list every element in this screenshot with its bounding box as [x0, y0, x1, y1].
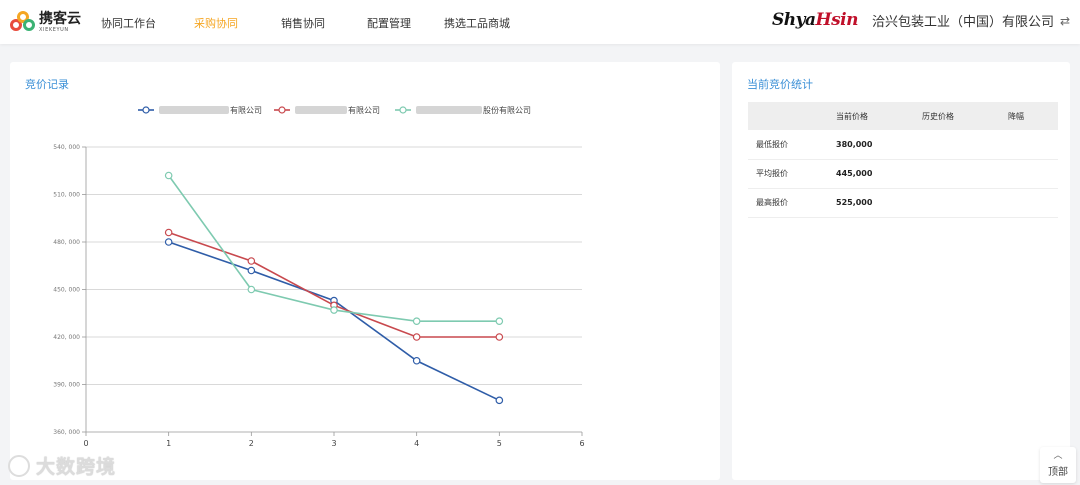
- row-current-price: 525,000: [828, 188, 914, 218]
- x-tick-label: 2: [249, 439, 254, 448]
- bid-stats-panel: 当前竞价统计 当前价格 历史价格 降幅 最低报价 380,000 平均报价 44…: [732, 62, 1070, 480]
- row-history-price: [914, 159, 1000, 189]
- legend-redacted-name: [295, 106, 347, 114]
- nav-item-config[interactable]: 配置管理: [367, 15, 411, 31]
- table-row: 平均报价 445,000: [748, 159, 1058, 189]
- nav-item-workbench[interactable]: 协同工作台: [101, 15, 156, 31]
- top-navbar: 携客云 XIEKEYUN 协同工作台 采购协同 销售协同 配置管理 携选工品商城…: [0, 0, 1080, 44]
- series-1-point: [247, 266, 256, 275]
- logo-subtitle: XIEKEYUN: [39, 26, 69, 33]
- x-tick-label: 5: [497, 439, 502, 448]
- table-header-current: 当前价格: [828, 102, 914, 130]
- y-tick-label: 480, 000: [53, 239, 80, 246]
- table-row: 最高报价 525,000: [748, 188, 1058, 218]
- switch-arrows-icon[interactable]: ⇄: [1060, 14, 1070, 28]
- legend-label: 有限公司: [348, 105, 380, 115]
- y-tick-label: 420, 000: [53, 334, 80, 341]
- company-logo: ShyaHsin: [772, 10, 858, 30]
- series-3-point: [247, 285, 256, 294]
- series-3-point: [164, 171, 173, 180]
- row-current-price: 380,000: [828, 130, 914, 160]
- bid-record-panel: 竞价记录 360, 000 390, 000 420, 000 450, 000 480…: [10, 62, 720, 480]
- x-tick-label: 1: [166, 439, 171, 448]
- y-tick-label: 390, 000: [53, 382, 80, 389]
- table-header-history: 历史价格: [914, 102, 1000, 130]
- x-tick-label: 0: [83, 439, 88, 448]
- series-2-point: [164, 228, 173, 237]
- back-to-top-label: 顶部: [1048, 467, 1068, 478]
- back-to-top-button[interactable]: ︿ 顶部: [1040, 447, 1076, 483]
- row-current-price: 445,000: [828, 159, 914, 189]
- series-1-point: [164, 238, 173, 246]
- row-history-price: [914, 188, 1000, 218]
- y-tick-label: 510, 000: [53, 192, 80, 199]
- table-header-blank: [748, 102, 828, 130]
- x-tick-label: 4: [414, 439, 419, 448]
- row-label: 平均报价: [748, 159, 828, 189]
- row-drop: [1000, 159, 1058, 189]
- table-header-drop: 降幅: [1000, 102, 1058, 130]
- row-label: 最低报价: [748, 130, 828, 160]
- watermark-logo-icon: [8, 454, 30, 477]
- x-tick-label: 3: [331, 439, 336, 448]
- series-2-point: [247, 257, 256, 265]
- table-row: 最低报价 380,000: [748, 130, 1058, 160]
- y-tick-label: 540, 000: [53, 144, 80, 151]
- logo-rings-icon: [10, 11, 36, 33]
- legend-swatch-marker: [399, 106, 407, 114]
- series-3-point: [330, 306, 338, 314]
- bid-stats-title: 当前竞价统计: [747, 78, 813, 91]
- series-1-point: [495, 396, 504, 405]
- row-drop: [1000, 188, 1058, 218]
- nav-item-mall[interactable]: 携选工品商城: [444, 15, 510, 31]
- bid-line-chart: 360, 000 390, 000 420, 000 450, 000 480, 000…: [53, 105, 584, 448]
- legend-label: 股份有限公司: [483, 105, 531, 115]
- series-2-point: [495, 333, 504, 341]
- row-drop: [1000, 130, 1058, 160]
- x-tick-label: 6: [579, 439, 584, 448]
- app-logo[interactable]: 携客云 XIEKEYUN: [10, 5, 92, 39]
- company-brand: ShyaHsin 洽兴包装工业（中国）有限公司: [772, 10, 1054, 30]
- legend-swatch-marker: [278, 106, 286, 114]
- watermark: 大数跨境: [8, 452, 116, 479]
- company-name: 洽兴包装工业（中国）有限公司: [871, 14, 1054, 30]
- bid-stats-table: 当前价格 历史价格 降幅 最低报价 380,000 平均报价 445,000 最…: [748, 102, 1058, 218]
- legend-redacted-name: [159, 106, 229, 114]
- series-2-point: [412, 333, 421, 341]
- logo-name: 携客云: [39, 10, 81, 27]
- row-history-price: [914, 130, 1000, 160]
- watermark-text: 大数跨境: [36, 456, 117, 478]
- nav-item-purchase[interactable]: 采购协同: [194, 15, 238, 31]
- series-1-point: [412, 356, 421, 365]
- y-tick-label: 360, 000: [53, 429, 80, 436]
- series-3-point: [412, 317, 421, 325]
- row-label: 最高报价: [748, 188, 828, 218]
- nav-item-sales[interactable]: 销售协同: [281, 15, 325, 31]
- y-tick-label: 450, 000: [53, 287, 80, 294]
- series-3-point: [495, 317, 504, 325]
- legend-swatch-marker: [142, 106, 150, 114]
- table-header-row: 当前价格 历史价格 降幅: [748, 102, 1058, 130]
- legend-redacted-name: [416, 106, 482, 114]
- chevron-up-icon: ︿: [1053, 451, 1063, 461]
- legend-label: 有限公司: [230, 105, 262, 115]
